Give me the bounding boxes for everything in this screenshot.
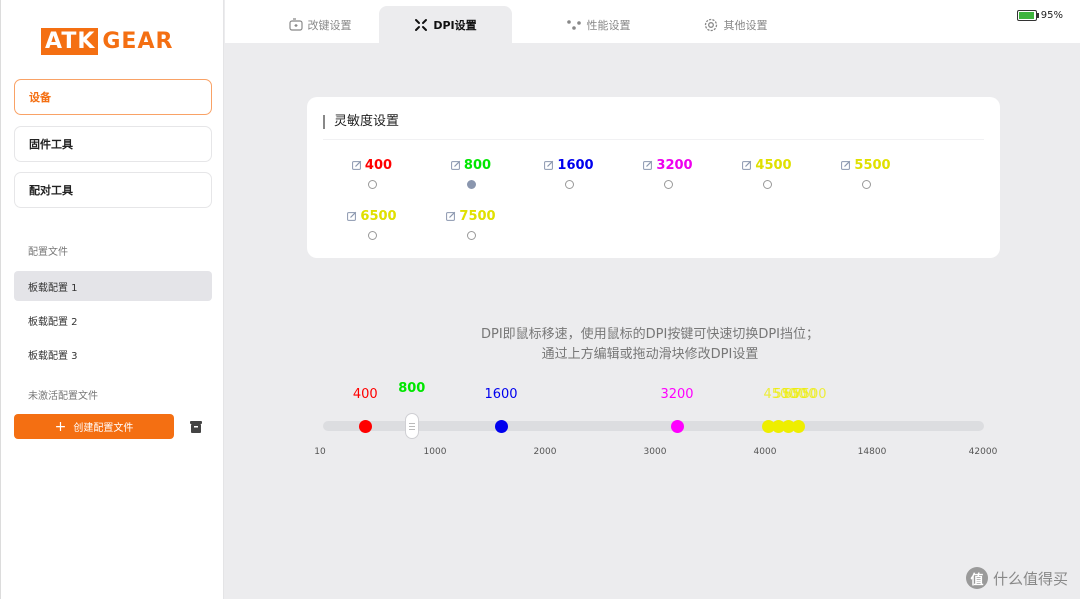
dpi-description-line2: 通过上方编辑或拖动滑块修改DPI设置 — [541, 347, 759, 362]
slider-tick-label: 2000 — [533, 447, 557, 457]
create-config-button[interactable]: + 创建配置文件 — [14, 414, 174, 439]
watermark-logo-icon: 值 — [965, 567, 988, 589]
tab-dpi-label: DPI设置 — [433, 18, 477, 32]
edit-icon[interactable] — [451, 160, 461, 170]
dpi-option-7500[interactable]: 7500 — [431, 208, 511, 240]
edit-icon[interactable] — [841, 160, 851, 170]
logo-mark: ATK — [41, 27, 99, 55]
dpi-option-3200[interactable]: 3200 — [628, 157, 708, 189]
dpi-slider-label-1600: 1600 — [484, 387, 518, 402]
nav-firmware-button[interactable]: 固件工具 — [14, 126, 212, 162]
dpi-slider-label-6500: 6500 — [783, 387, 817, 402]
tab-keymap-label: 改键设置 — [307, 18, 352, 32]
dpi-option-value: 400 — [364, 157, 393, 173]
create-config-label: 创建配置文件 — [73, 423, 134, 434]
tab-performance[interactable]: 性能设置 — [543, 6, 653, 43]
dpi-slider-label-7500: 7500 — [793, 387, 827, 402]
dpi-radio[interactable] — [564, 180, 574, 189]
keyboard-icon — [288, 18, 303, 31]
dpi-option-value: 1600 — [557, 157, 594, 173]
dpi-option-value: 4500 — [755, 157, 792, 173]
slider-tick-label: 4000 — [753, 447, 777, 457]
edit-icon[interactable] — [446, 211, 456, 221]
dpi-radio[interactable] — [367, 180, 377, 189]
edit-icon[interactable] — [352, 160, 362, 170]
sidebar: ATK GEAR 设备 固件工具 配对工具 配置文件 板载配置 1 板载配置 2… — [0, 0, 224, 599]
slider-tick-label: 1000 — [423, 447, 447, 457]
tab-performance-label: 性能设置 — [586, 18, 631, 32]
slider-tick-label: 10 — [314, 447, 326, 457]
sensitivity-title: 灵敏度设置 — [323, 115, 399, 129]
slider-tick-label: 42000 — [968, 447, 998, 457]
watermark-text: 什么值得买 — [992, 569, 1068, 588]
dpi-option-value: 5500 — [854, 157, 891, 173]
archive-icon[interactable] — [190, 420, 202, 433]
nav-device-button[interactable]: 设备 — [14, 79, 212, 115]
sensitivity-card: 灵敏度设置 400 800 1600 3200 4500 5500 6500 7500 — [307, 97, 1000, 258]
dpi-radio[interactable] — [861, 180, 871, 189]
dpi-radio[interactable] — [663, 180, 673, 189]
dpi-slider-point-7500[interactable] — [791, 419, 805, 433]
dots-icon — [566, 19, 581, 30]
tab-dpi[interactable]: DPI设置 — [379, 6, 512, 43]
slider-tick-label: 14800 — [857, 447, 887, 457]
dpi-option-4500[interactable]: 4500 — [727, 157, 807, 189]
config-item-3[interactable]: 板载配置 3 — [14, 339, 212, 369]
config-item-1[interactable]: 板载配置 1 — [14, 271, 212, 301]
dpi-option-800[interactable]: 800 — [431, 157, 511, 189]
logo-text: GEAR — [102, 28, 174, 54]
dpi-slider-label-800: 800 — [398, 381, 426, 396]
battery-text: 95% — [1040, 10, 1063, 21]
tab-keymap[interactable]: 改键设置 — [265, 6, 375, 43]
nav-pairing-button[interactable]: 配对工具 — [14, 172, 212, 208]
edit-icon[interactable] — [347, 211, 357, 221]
dpi-description-line1: DPI即鼠标移速，使用鼠标的DPI按键可快速切换DPI挡位； — [480, 327, 820, 342]
tab-other-label: 其他设置 — [723, 18, 768, 32]
dpi-slider-label-5500: 5500 — [773, 387, 807, 402]
dpi-slider-handle[interactable] — [404, 413, 419, 439]
tab-other[interactable]: 其他设置 — [680, 6, 790, 43]
dpi-option-value: 6500 — [360, 208, 397, 224]
dpi-slider-label-400: 400 — [352, 387, 378, 402]
dpi-radio[interactable] — [466, 231, 476, 240]
tab-bar: 改键设置 DPI设置 性能设置 其他设置 95% — [225, 0, 1080, 43]
dpi-slider-point-400[interactable] — [358, 419, 372, 433]
dpi-slider-track[interactable] — [323, 421, 984, 431]
logo: ATK GEAR — [41, 27, 173, 55]
crosshair-icon — [415, 18, 428, 31]
config-item-2[interactable]: 板载配置 2 — [14, 305, 212, 335]
dpi-radio[interactable] — [762, 180, 772, 189]
dpi-option-1600[interactable]: 1600 — [529, 157, 609, 189]
dpi-slider-label-3200: 3200 — [660, 387, 694, 402]
gear-icon — [704, 18, 717, 31]
dpi-option-value: 800 — [463, 157, 492, 173]
battery-indicator: 95% — [1016, 10, 1063, 21]
dpi-option-value: 7500 — [459, 208, 496, 224]
dpi-slider-point-3200[interactable] — [670, 419, 684, 433]
dpi-slider-label-4500: 4500 — [763, 387, 797, 402]
edit-icon[interactable] — [544, 160, 554, 170]
battery-icon — [1016, 10, 1037, 21]
watermark: 值 什么值得买 — [965, 567, 1068, 589]
dpi-radio[interactable] — [367, 231, 377, 240]
slider-tick-label: 3000 — [643, 447, 667, 457]
dpi-option-5500[interactable]: 5500 — [826, 157, 906, 189]
dpi-option-400[interactable]: 400 — [332, 157, 412, 189]
plus-icon: + — [54, 418, 67, 435]
dpi-slider-point-1600[interactable] — [494, 419, 508, 433]
edit-icon[interactable] — [742, 160, 752, 170]
config-section-label: 配置文件 — [28, 247, 68, 258]
dpi-radio[interactable] — [466, 180, 476, 189]
dpi-option-value: 3200 — [656, 157, 693, 173]
dpi-option-6500[interactable]: 6500 — [332, 208, 412, 240]
edit-icon[interactable] — [643, 160, 653, 170]
inactive-section-label: 未激活配置文件 — [28, 391, 98, 402]
